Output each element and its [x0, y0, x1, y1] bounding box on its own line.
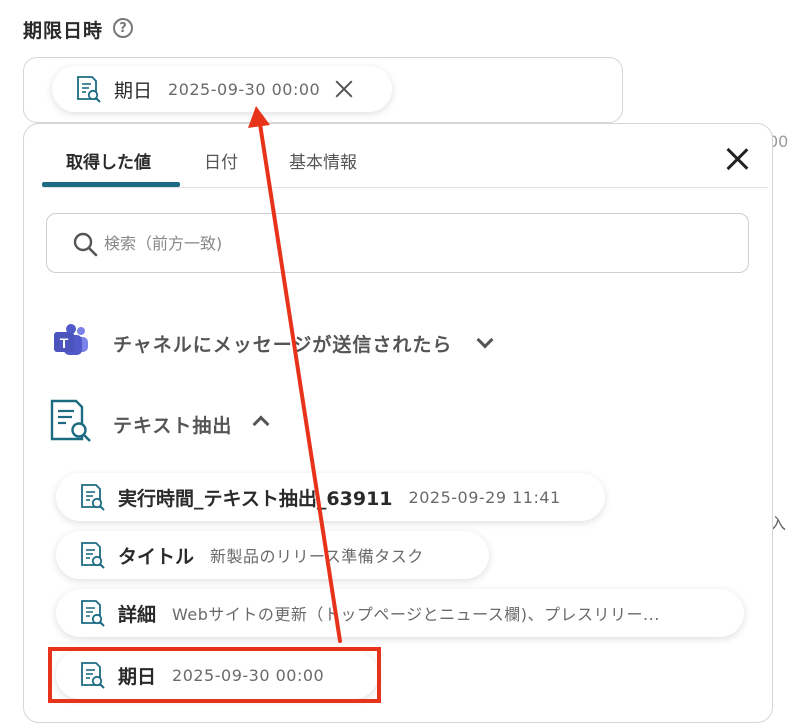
value-item-name: 実行時間_テキスト抽出_63911	[118, 487, 393, 510]
value-item-value: 新製品のリリース準備タスク	[210, 547, 424, 566]
microsoft-teams-icon: T	[54, 324, 88, 355]
search-input[interactable]	[104, 230, 704, 256]
selected-chip-name: 期日	[114, 79, 153, 102]
tab-basic-info[interactable]: 基本情報	[289, 148, 357, 173]
section-title-teams[interactable]: チャネルにメッセージが送信されたら	[113, 330, 452, 357]
search-icon	[73, 232, 98, 257]
tab-acquired-values[interactable]: 取得した値	[66, 148, 151, 173]
value-item[interactable]: タイトル 新製品のリリース準備タスク	[56, 531, 489, 579]
highlight-box	[48, 647, 381, 703]
svg-text:T: T	[60, 335, 69, 351]
section-title-text-extraction[interactable]: テキスト抽出	[113, 411, 232, 438]
close-icon[interactable]	[723, 145, 751, 173]
question-circle-icon[interactable]: ?	[113, 18, 133, 38]
document-search-icon	[81, 600, 105, 627]
tab-divider	[42, 187, 768, 188]
value-item-value: Webサイトの更新（トップページとニュース欄)、プレスリリー...	[172, 605, 660, 624]
active-tab-indicator	[42, 182, 180, 187]
value-item-value: 2025-09-29 11:41	[408, 487, 561, 507]
selected-value-chip[interactable]: 期日 2025-09-30 00:00	[52, 66, 392, 112]
field-label: 期限日時	[23, 20, 104, 42]
value-item[interactable]: 実行時間_テキスト抽出_63911 2025-09-29 11:41	[56, 473, 605, 521]
value-item-name: 詳細	[118, 603, 157, 626]
document-search-icon	[81, 484, 105, 511]
selected-chip-value: 2025-09-30 00:00	[168, 79, 321, 99]
value-item-name: タイトル	[118, 545, 195, 568]
document-search-icon	[50, 399, 91, 442]
tab-date[interactable]: 日付	[204, 148, 238, 173]
document-search-icon	[77, 76, 101, 103]
value-item[interactable]: 詳細 Webサイトの更新（トップページとニュース欄)、プレスリリー...	[56, 589, 744, 637]
document-search-icon	[81, 542, 105, 569]
remove-chip-icon[interactable]	[334, 79, 354, 99]
